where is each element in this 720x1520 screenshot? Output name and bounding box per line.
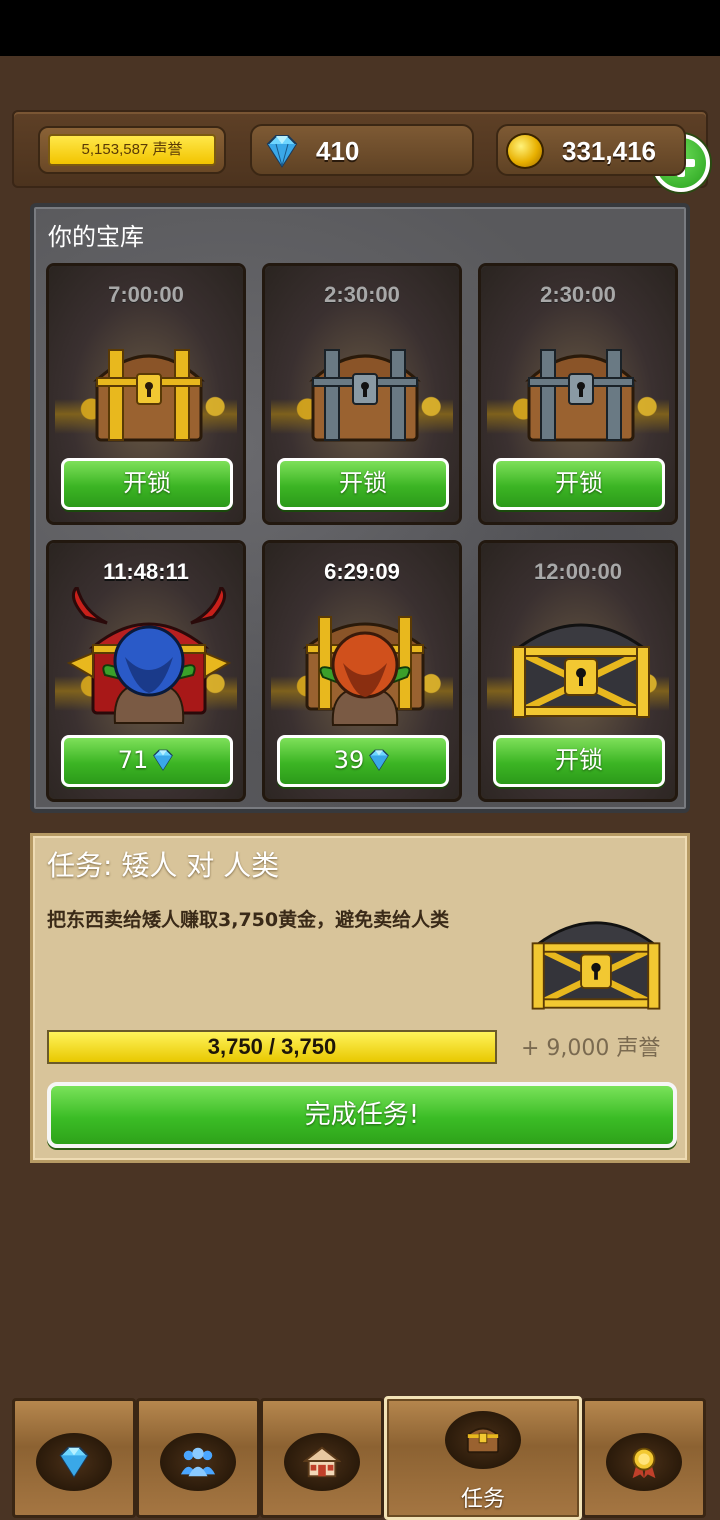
fame-value: 5,153,587 声誉: [48, 134, 216, 166]
gem-icon: [369, 749, 390, 771]
unlock-button[interactable]: 开锁: [493, 458, 665, 510]
wooden-iron-chest-icon: [525, 349, 637, 442]
wooden-chest-with-goblin-icon: [302, 616, 428, 726]
gem-unlock-button[interactable]: 39: [277, 735, 449, 787]
people-icon: [180, 1447, 216, 1477]
tab-shop-building[interactable]: [260, 1398, 384, 1518]
gem-cost: 39: [333, 746, 365, 774]
medal-icon: [632, 1447, 656, 1479]
quest-reward: + 9,000 声誉: [521, 1036, 661, 1061]
tab-shop[interactable]: [12, 1398, 136, 1518]
unlock-button[interactable]: 开锁: [493, 735, 665, 787]
chest-slot-1[interactable]: 7:00:00 开锁: [46, 263, 246, 525]
gem-icon: [266, 135, 298, 168]
tab-label: 任务: [460, 1487, 505, 1512]
quest-title: 任务: 矮人 对 人类: [47, 849, 280, 882]
chest-timer: 2:30:00: [324, 282, 400, 307]
gem-cost: 71: [117, 746, 149, 774]
chest-timer: 12:00:00: [533, 559, 623, 584]
chest-slot-5[interactable]: 6:29:09 39: [262, 540, 462, 802]
gem-icon: [153, 749, 174, 771]
gem-display: 410: [250, 124, 710, 192]
gold-count: 331,416: [562, 136, 656, 166]
gem-icon: [59, 1446, 89, 1479]
demon-chest-with-goblin-icon: [66, 587, 232, 724]
bottom-nav: 任务: [0, 1396, 720, 1520]
chest-timer: 6:29:09: [324, 559, 400, 584]
resource-bar: 5,153,587 声誉 410 331,416: [12, 110, 710, 192]
unlock-button[interactable]: 开锁: [277, 458, 449, 510]
status-bar: [0, 0, 720, 56]
dark-gold-chest-icon: [512, 623, 650, 718]
chest-slot-4[interactable]: 11:48:11 71: [46, 540, 246, 802]
gem-unlock-button[interactable]: 71: [61, 735, 233, 787]
chest-timer: 11:48:11: [103, 559, 189, 584]
reward-chest-icon: [531, 921, 661, 1010]
quest-progress-bar: 3,750 / 3,750: [47, 1030, 497, 1064]
chest-slot-3[interactable]: 2:30:00 开锁: [478, 263, 678, 525]
chest-timer: 2:30:00: [540, 282, 616, 307]
tab-achievements[interactable]: [582, 1398, 706, 1518]
tab-quests[interactable]: 任务: [384, 1396, 582, 1520]
vault-panel: 你的宝库 7:00:00 开锁 2:30:00 开锁 2:30:00 开锁 11…: [30, 203, 690, 813]
gem-count: 410: [316, 136, 360, 166]
gold-display: 331,416: [496, 124, 686, 176]
quest-description: 把东西卖给矮人赚取3,750黄金，避免卖给人类: [47, 909, 450, 931]
wooden-iron-chest-icon: [309, 349, 421, 442]
tab-customers[interactable]: [136, 1398, 260, 1518]
house-icon: [303, 1446, 341, 1478]
coin-icon: [506, 133, 544, 169]
unlock-button[interactable]: 开锁: [61, 458, 233, 510]
chest-slot-2[interactable]: 2:30:00 开锁: [262, 263, 462, 525]
chest-icon: [465, 1427, 501, 1454]
vault-title: 你的宝库: [48, 223, 144, 251]
chest-timer: 7:00:00: [108, 282, 184, 307]
complete-quest-button[interactable]: 完成任务!: [47, 1082, 677, 1148]
chest-slot-6[interactable]: 12:00:00 开锁: [478, 540, 678, 802]
wooden-gold-chest-icon: [93, 349, 205, 442]
fame-display: 5,153,587 声誉: [38, 126, 226, 174]
quest-panel: 任务: 矮人 对 人类 把东西卖给矮人赚取3,750黄金，避免卖给人类 3,75…: [30, 833, 690, 1163]
